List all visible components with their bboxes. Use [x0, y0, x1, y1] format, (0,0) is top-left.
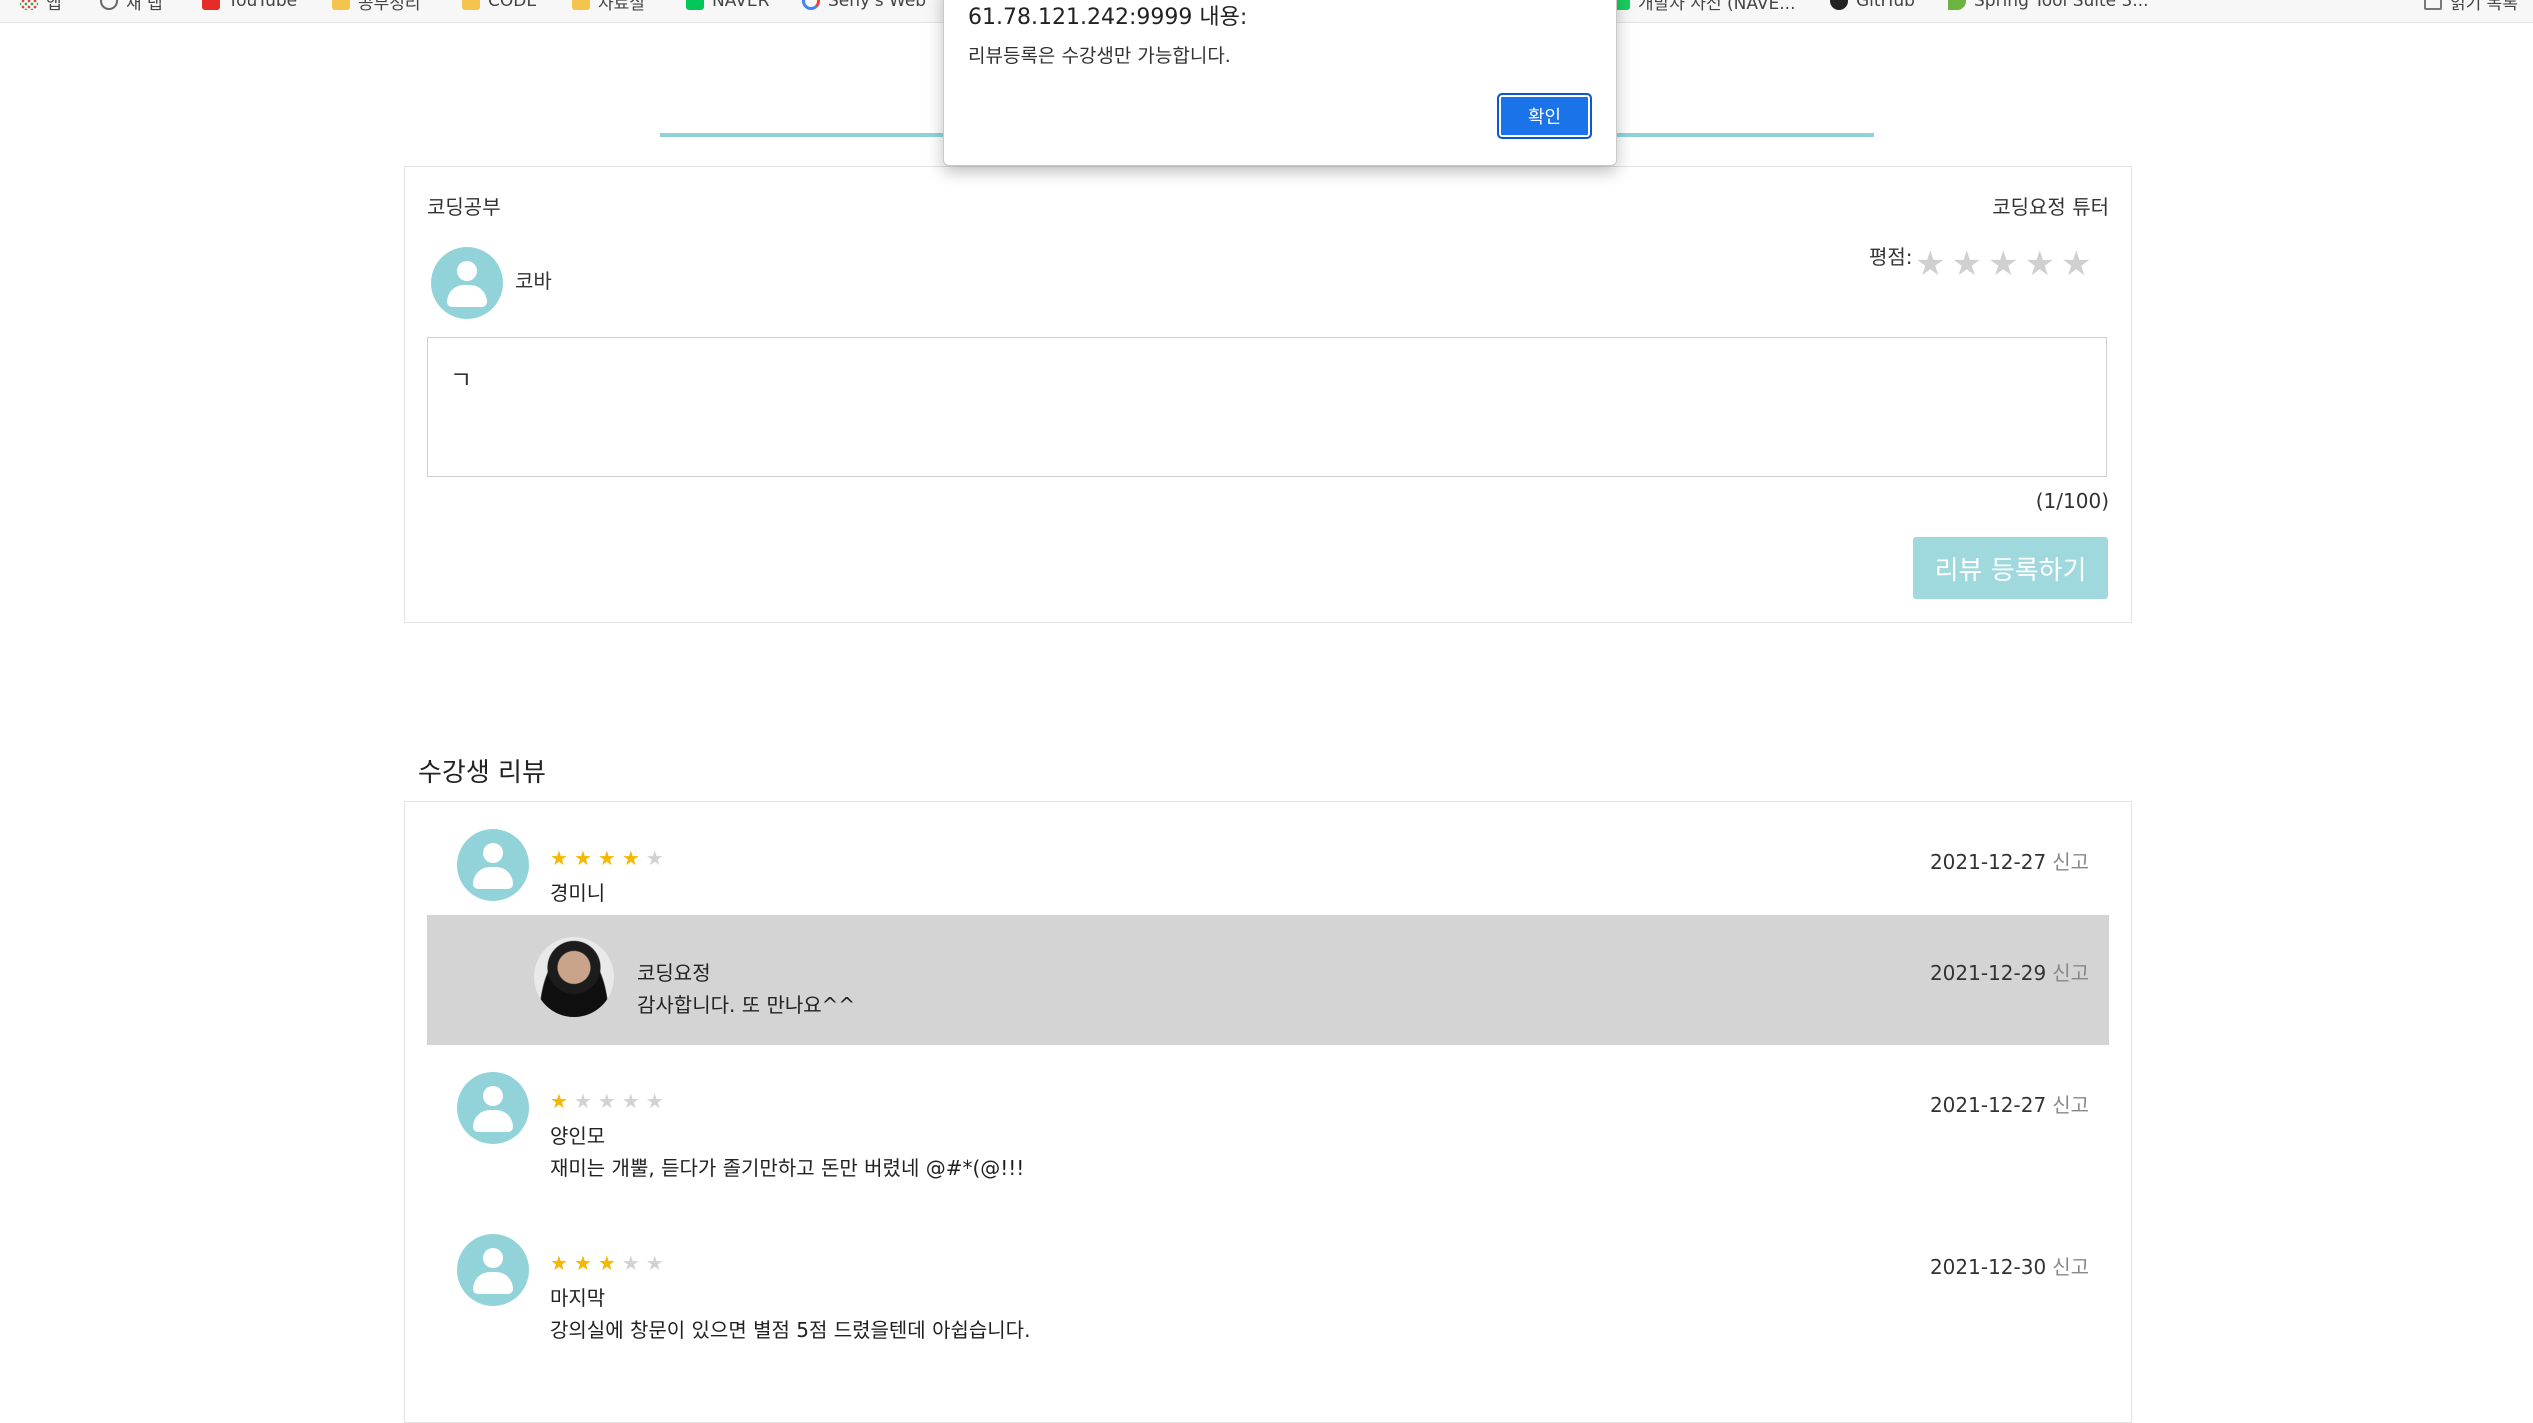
folder-icon	[572, 0, 590, 10]
star-empty-icon: ★	[645, 1251, 664, 1275]
spring-icon	[1948, 0, 1966, 10]
rating-stars: ★ ★ ★ ★ ★	[1915, 247, 2091, 281]
star-empty-icon: ★	[597, 1089, 616, 1113]
report-link[interactable]: 신고	[2052, 1255, 2089, 1279]
rating-star-5-icon[interactable]: ★	[2061, 247, 2091, 281]
report-link[interactable]: 신고	[2052, 850, 2089, 874]
review-date: 2021-12-27	[1929, 1093, 2047, 1117]
review-date: 2021-12-30	[1929, 1255, 2047, 1279]
reviews-section-title: 수강생 리뷰	[418, 758, 546, 788]
tutor-name: 코딩요정 튜터	[1992, 195, 2109, 219]
reviewer-name: 경미니	[550, 881, 606, 905]
bookmark-sts[interactable]: Spring Tool Suite 3...	[1948, 0, 2149, 11]
user-avatar-icon	[457, 1234, 529, 1306]
review-stars: ★ ★ ★ ★ ★	[550, 1253, 664, 1273]
review-meta: 2021-12-27 신고	[1930, 846, 2089, 875]
star-empty-icon: ★	[621, 1251, 640, 1275]
star-filled-icon: ★	[573, 1251, 592, 1275]
bookmark-senys-web[interactable]: Seny's Web	[802, 0, 926, 11]
star-filled-icon: ★	[597, 846, 616, 870]
rating-star-2-icon[interactable]: ★	[1951, 247, 1981, 281]
tab-indicator-left	[660, 133, 960, 137]
bookmark-dev-dictionary[interactable]: 개발자 사전 (NAVE...	[1612, 0, 1795, 14]
apps-icon	[20, 0, 38, 10]
star-filled-icon: ★	[550, 1251, 568, 1275]
bookmark-new-tab[interactable]: 새 탭	[100, 0, 163, 14]
star-filled-icon: ★	[573, 846, 592, 870]
folder-icon	[462, 0, 480, 10]
reviews-list: ★★★★★ 경미니 정말 좋은 강의인거같아요 2021-12-27신고 코딩요…	[404, 801, 2132, 1423]
reviewer-name: 양인모	[550, 1124, 606, 1148]
alert-message: 리뷰등록은 수강생만 가능합니다.	[968, 45, 1231, 67]
github-icon	[1830, 0, 1848, 10]
bookmark-apps[interactable]: 앱	[20, 0, 62, 14]
reply-text: 감사합니다. 또 만나요^^	[637, 993, 856, 1017]
user-avatar-icon	[457, 829, 529, 901]
reply-date: 2021-12-29	[1929, 961, 2047, 985]
review-meta: 2021-12-27 신고	[1930, 1089, 2089, 1118]
review-stars: ★ ★ ★ ★ ★	[550, 848, 664, 868]
review-meta: 2021-12-30 신고	[1930, 1251, 2089, 1280]
bookmark-youtube[interactable]: YouTube	[202, 0, 297, 11]
chrome-icon	[802, 0, 820, 10]
review-textarea[interactable]	[427, 337, 2107, 477]
submit-review-button[interactable]: 리뷰 등록하기	[1913, 537, 2108, 599]
bookmark-archive[interactable]: 자료실	[572, 0, 645, 14]
tab-indicator-right	[1612, 133, 1874, 137]
review-text: 재미는 개뿔, 듣다가 졸기만하고 돈만 버렸네 @#*(@!!!	[550, 1156, 1025, 1180]
reply-meta: 2021-12-29 신고	[1930, 957, 2089, 986]
globe-icon	[100, 0, 118, 10]
star-filled-icon: ★	[597, 1251, 616, 1275]
reviewer-name: 마지막	[550, 1286, 606, 1310]
review-item: ★★★★★ 경미니 정말 좋은 강의인거같아요 2021-12-27신고	[427, 802, 2109, 937]
review-text: 강의실에 창문이 있으면 별점 5점 드렸을텐데 아쉽습니다.	[550, 1318, 1031, 1342]
tutor-photo-avatar	[534, 937, 614, 1017]
star-empty-icon: ★	[645, 846, 664, 870]
star-empty-icon: ★	[573, 1089, 592, 1113]
rating-star-3-icon[interactable]: ★	[1988, 247, 2018, 281]
star-filled-icon: ★	[550, 846, 568, 870]
review-item: ★ ★ ★ ★ ★ 양인모 재미는 개뿔, 듣다가 졸기만하고 돈만 버렸네 @#*(@…	[427, 1045, 2109, 1180]
user-avatar-icon	[457, 1072, 529, 1144]
user-avatar-icon	[431, 247, 503, 319]
youtube-icon	[202, 0, 220, 10]
review-write-card: 코딩공부 코딩요정 튜터 코바 평점: ★ ★ ★ ★ ★ (1/100) 리뷰…	[404, 166, 2132, 623]
course-name: 코딩공부	[427, 195, 501, 219]
review-item: ★ ★ ★ ★ ★ 마지막 강의실에 창문이 있으면 별점 5점 드렸을텐데 아쉽습니다…	[427, 1207, 2109, 1342]
bookmark-study[interactable]: 공부정리	[332, 0, 421, 14]
review-date: 2021-12-27	[1929, 850, 2047, 874]
naver-icon	[686, 0, 704, 10]
star-empty-icon: ★	[645, 1089, 664, 1113]
reading-list-icon	[2424, 0, 2442, 10]
rating-label: 평점:	[1869, 245, 1913, 269]
alert-dialog: 61.78.121.242:9999 내용: 리뷰등록은 수강생만 가능합니다.…	[943, 0, 1617, 166]
bookmark-github[interactable]: GitHub	[1830, 0, 1915, 11]
tutor-reply-item: 코딩요정 감사합니다. 또 만나요^^ 2021-12-29 신고	[427, 915, 2109, 1045]
writer-name: 코바	[515, 269, 552, 293]
report-link[interactable]: 신고	[2052, 961, 2089, 985]
review-stars: ★ ★ ★ ★ ★	[550, 1091, 664, 1111]
bookmark-naver[interactable]: NAVER	[686, 0, 769, 11]
reply-author-name: 코딩요정	[637, 961, 711, 985]
char-counter: (1/100)	[2035, 489, 2109, 513]
star-filled-icon: ★	[621, 846, 640, 870]
folder-icon	[332, 0, 350, 10]
report-link[interactable]: 신고	[2052, 1093, 2089, 1117]
rating-star-4-icon[interactable]: ★	[2024, 247, 2054, 281]
alert-title: 61.78.121.242:9999 내용:	[968, 5, 1248, 30]
bookmark-reading-list[interactable]: 읽기 목록	[2424, 0, 2518, 14]
rating-star-1-icon[interactable]: ★	[1915, 247, 1945, 281]
alert-ok-button[interactable]: 확인	[1497, 93, 1592, 139]
star-empty-icon: ★	[621, 1089, 640, 1113]
bookmark-code[interactable]: CODE	[462, 0, 537, 11]
star-filled-icon: ★	[550, 1089, 568, 1113]
